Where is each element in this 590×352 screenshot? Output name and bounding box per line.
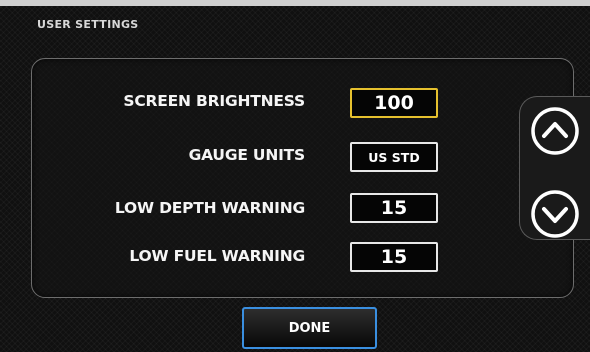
- scroll-down-button[interactable]: [529, 188, 581, 240]
- gauge-units-value: US STD: [368, 149, 420, 165]
- scroll-up-button[interactable]: [529, 105, 581, 157]
- done-button[interactable]: DONE: [242, 307, 377, 349]
- low-depth-warning-label: LOW DEPTH WARNING: [114, 199, 305, 217]
- low-fuel-warning-value: 15: [380, 246, 408, 268]
- screen-title: USER SETTINGS: [37, 18, 139, 31]
- low-fuel-warning-label: LOW FUEL WARNING: [129, 247, 305, 265]
- low-depth-warning-value: 15: [380, 197, 408, 219]
- low-depth-warning-value-box[interactable]: 15: [350, 193, 438, 223]
- low-fuel-warning-value-box[interactable]: 15: [350, 242, 438, 272]
- screen-brightness-value-box[interactable]: 100: [350, 88, 438, 118]
- screen-brightness-value: 100: [374, 92, 414, 114]
- gauge-units-label: GAUGE UNITS: [188, 146, 306, 164]
- screen-brightness-label: SCREEN BRIGHTNESS: [123, 92, 305, 110]
- top-status-strip: [0, 0, 590, 6]
- chevron-up-circle-icon: [531, 107, 579, 155]
- chevron-down-circle-icon: [531, 190, 579, 238]
- gauge-units-value-box[interactable]: US STD: [350, 142, 438, 172]
